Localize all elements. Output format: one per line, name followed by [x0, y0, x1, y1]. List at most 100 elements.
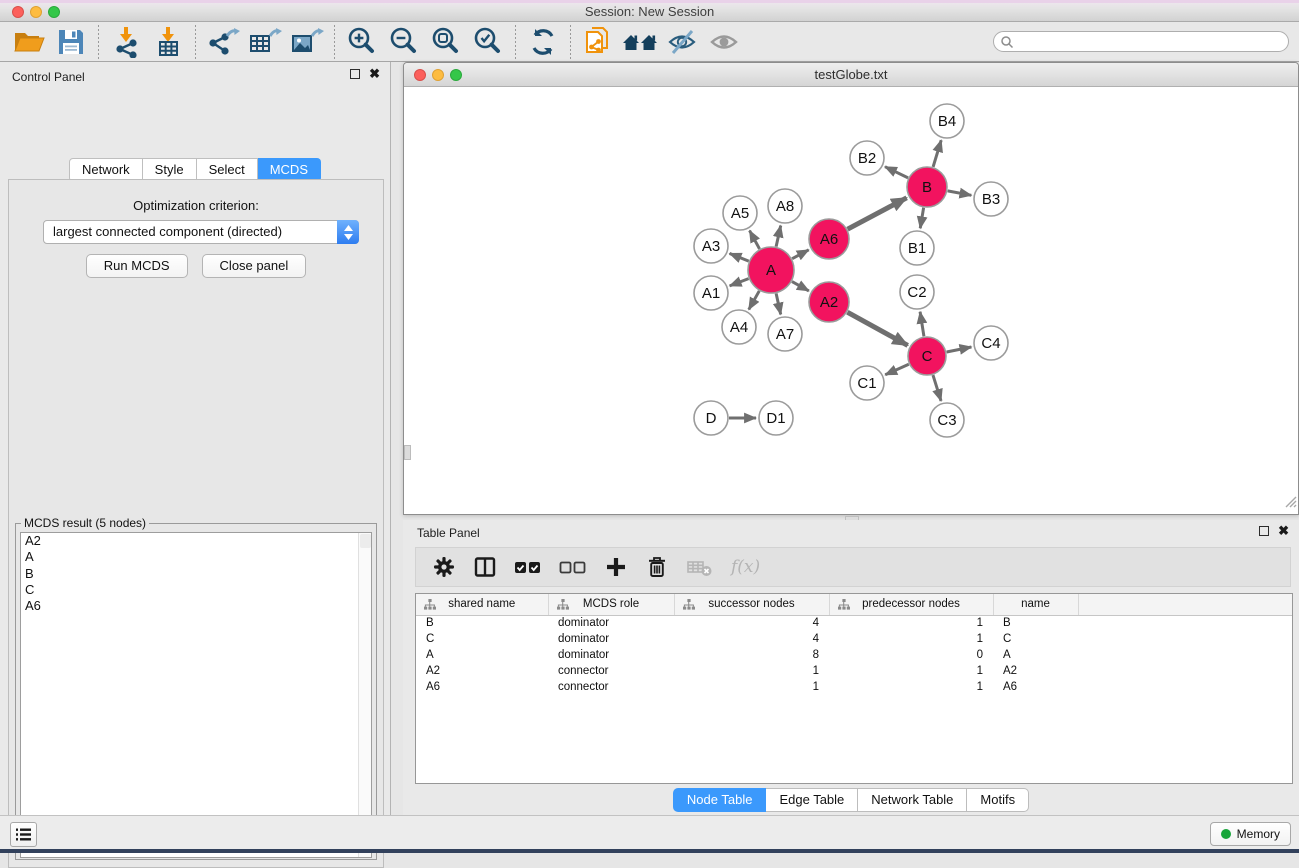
- table-cell[interactable]: A: [993, 647, 1078, 663]
- graph-node-A6[interactable]: A6: [809, 219, 849, 259]
- table-cell[interactable]: 1: [829, 679, 993, 695]
- table-cell[interactable]: C: [416, 631, 548, 647]
- close-panel-icon[interactable]: ✖: [369, 69, 380, 79]
- show-panels-button[interactable]: [10, 822, 37, 847]
- graph-node-B2[interactable]: B2: [850, 141, 884, 175]
- zoom-selected-button[interactable]: [467, 24, 509, 60]
- import-network-button[interactable]: [105, 24, 147, 60]
- duplicate-network-button[interactable]: [577, 24, 619, 60]
- search-box[interactable]: [993, 31, 1289, 52]
- graph-edge-A2-C[interactable]: [847, 312, 907, 345]
- graph-edge-C-C4[interactable]: [947, 347, 972, 352]
- export-table-button[interactable]: [244, 24, 286, 60]
- graph-edge-A-A2[interactable]: [792, 282, 809, 291]
- graph-edge-C-C2[interactable]: [920, 312, 924, 336]
- select-all-icon[interactable]: [514, 555, 542, 579]
- graph-node-A7[interactable]: A7: [768, 317, 802, 351]
- open-session-button[interactable]: [8, 24, 50, 60]
- table-row[interactable]: Bdominator41B: [416, 615, 1292, 631]
- export-network-button[interactable]: [202, 24, 244, 60]
- column-header-name[interactable]: name: [993, 594, 1078, 615]
- add-column-icon[interactable]: [604, 555, 628, 579]
- mcds-result-item[interactable]: A6: [21, 598, 371, 614]
- graph-node-A2[interactable]: A2: [809, 282, 849, 322]
- mcds-result-item[interactable]: A2: [21, 533, 371, 549]
- graph-edge-A-A7[interactable]: [776, 293, 781, 314]
- graph-edge-C-C1[interactable]: [885, 364, 909, 375]
- graph-node-B1[interactable]: B1: [900, 231, 934, 265]
- column-header-mcds-role[interactable]: MCDS role: [548, 594, 674, 615]
- column-header-shared-name[interactable]: shared name: [416, 594, 548, 615]
- graph-edge-B-B3[interactable]: [948, 191, 972, 195]
- table-cell[interactable]: A: [416, 647, 548, 663]
- table-cell[interactable]: B: [993, 615, 1078, 631]
- mcds-result-item[interactable]: A: [21, 549, 371, 565]
- show-columns-icon[interactable]: [473, 555, 497, 579]
- graph-node-B4[interactable]: B4: [930, 104, 964, 138]
- table-row[interactable]: A6connector11A6: [416, 679, 1292, 695]
- save-session-button[interactable]: [50, 24, 92, 60]
- table-cell[interactable]: C: [993, 631, 1078, 647]
- table-row[interactable]: Cdominator41C: [416, 631, 1292, 647]
- import-table-button[interactable]: [147, 24, 189, 60]
- table-cell[interactable]: connector: [548, 679, 674, 695]
- hide-selected-button[interactable]: [661, 24, 703, 60]
- mcds-result-item[interactable]: B: [21, 566, 371, 582]
- table-cell[interactable]: 8: [674, 647, 829, 663]
- network-window-titlebar[interactable]: testGlobe.txt: [404, 63, 1298, 87]
- graph-node-D1[interactable]: D1: [759, 401, 793, 435]
- table-cell[interactable]: A2: [416, 663, 548, 679]
- graph-edge-A-A8[interactable]: [776, 226, 781, 247]
- tab-node-table[interactable]: Node Table: [673, 788, 767, 812]
- deselect-all-icon[interactable]: [559, 555, 587, 579]
- memory-button[interactable]: Memory: [1210, 822, 1291, 846]
- optimization-criterion-select[interactable]: largest connected component (directed): [43, 220, 359, 244]
- mcds-result-item[interactable]: C: [21, 582, 371, 598]
- graph-node-A4[interactable]: A4: [722, 310, 756, 344]
- graph-edge-A-A1[interactable]: [730, 279, 749, 286]
- delete-column-trash-icon[interactable]: [645, 555, 669, 579]
- graph-edge-C-C3[interactable]: [933, 375, 941, 401]
- export-image-button[interactable]: [286, 24, 328, 60]
- graph-node-A8[interactable]: A8: [768, 189, 802, 223]
- graph-edge-A-A3[interactable]: [730, 253, 749, 261]
- table-cell[interactable]: 1: [674, 663, 829, 679]
- graph-node-A5[interactable]: A5: [723, 196, 757, 230]
- search-input[interactable]: [1014, 33, 1288, 50]
- table-cell[interactable]: 4: [674, 631, 829, 647]
- graph-edge-A-A5[interactable]: [750, 231, 760, 249]
- float-panel-icon[interactable]: [1259, 526, 1269, 536]
- graph-node-A3[interactable]: A3: [694, 229, 728, 263]
- scrollbar[interactable]: [358, 533, 371, 857]
- table-cell[interactable]: 1: [829, 663, 993, 679]
- graph-node-B3[interactable]: B3: [974, 182, 1008, 216]
- mcds-result-list[interactable]: A2ABCA6: [20, 532, 372, 858]
- table-cell[interactable]: A2: [993, 663, 1078, 679]
- close-panel-button[interactable]: Close panel: [202, 254, 307, 278]
- zoom-fit-button[interactable]: [425, 24, 467, 60]
- graph-edge-B-B1[interactable]: [920, 208, 923, 229]
- close-panel-icon[interactable]: ✖: [1278, 526, 1289, 536]
- table-cell[interactable]: B: [416, 615, 548, 631]
- column-header-predecessor-nodes[interactable]: predecessor nodes: [829, 594, 993, 615]
- tab-edge-table[interactable]: Edge Table: [766, 788, 858, 812]
- table-cell[interactable]: A6: [416, 679, 548, 695]
- graph-node-C4[interactable]: C4: [974, 326, 1008, 360]
- graph-edge-A-A6[interactable]: [792, 250, 809, 259]
- table-row[interactable]: A2connector11A2: [416, 663, 1292, 679]
- table-cell[interactable]: 1: [829, 631, 993, 647]
- zoom-in-button[interactable]: [341, 24, 383, 60]
- table-cell[interactable]: 4: [674, 615, 829, 631]
- table-cell[interactable]: 0: [829, 647, 993, 663]
- birdseye-handle[interactable]: [404, 445, 411, 460]
- graph-edge-A-A4[interactable]: [749, 291, 759, 310]
- tab-motifs[interactable]: Motifs: [967, 788, 1029, 812]
- graph-node-A1[interactable]: A1: [694, 276, 728, 310]
- graph-node-A[interactable]: A: [748, 247, 794, 293]
- refresh-button[interactable]: [522, 24, 564, 60]
- table-cell[interactable]: A6: [993, 679, 1078, 695]
- graph-node-C2[interactable]: C2: [900, 275, 934, 309]
- table-row[interactable]: Adominator80A: [416, 647, 1292, 663]
- resize-handle-icon[interactable]: [1284, 495, 1297, 513]
- show-all-button[interactable]: [703, 24, 745, 60]
